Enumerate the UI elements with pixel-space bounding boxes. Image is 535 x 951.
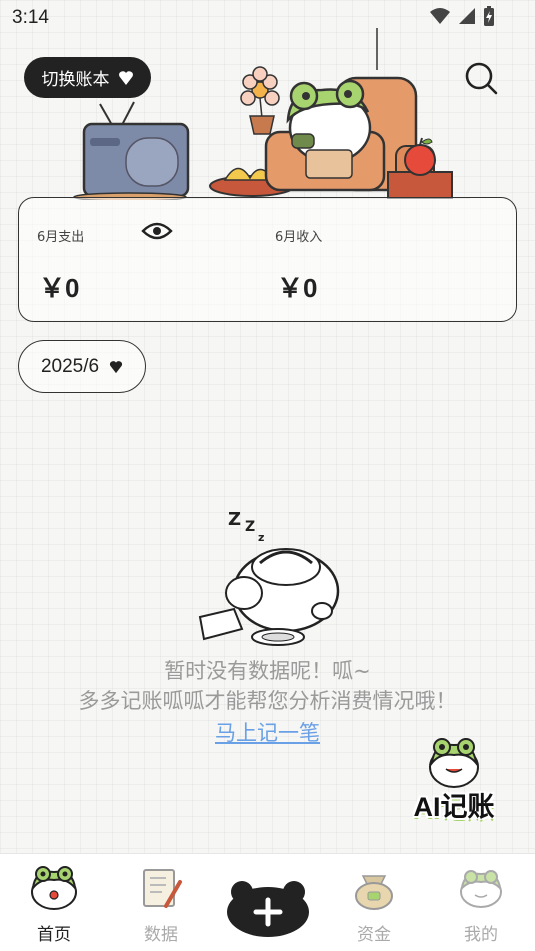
expense-label: 6月支出	[37, 230, 85, 245]
search-icon[interactable]	[463, 60, 499, 96]
tab-data[interactable]: 数据	[121, 854, 201, 951]
svg-text:z: z	[258, 531, 264, 544]
ai-bookkeeping-button[interactable]: AI记账	[402, 735, 506, 822]
notebook-icon	[143, 869, 182, 908]
bottom-tab-bar: 首页 数据 资金 我的	[0, 853, 535, 951]
empty-message-line2: 多多记账呱呱才能帮您分析消费情况哦！	[78, 689, 457, 713]
heart-dropdown-icon	[109, 360, 123, 373]
tab-home[interactable]: 首页	[14, 854, 94, 951]
tab-funds-label: 资金	[357, 925, 391, 945]
status-time: 3:14	[12, 7, 49, 28]
tab-funds[interactable]: 资金	[334, 854, 414, 951]
tab-profile[interactable]: 我的	[441, 854, 521, 951]
svg-text:Z: Z	[228, 509, 241, 530]
switch-account-button[interactable]: 切换账本	[24, 57, 151, 98]
tab-home-label: 首页	[37, 925, 71, 945]
sleeping-frog-illustration: Z Z z	[198, 509, 340, 646]
tab-data-label: 数据	[144, 925, 178, 945]
wifi-icon	[430, 8, 450, 24]
month-picker[interactable]: 2025/6	[18, 340, 146, 393]
frog-mascot-icon	[429, 738, 479, 788]
add-record-button[interactable]	[226, 878, 310, 938]
cell-signal-icon	[459, 8, 475, 24]
expense-value: ￥0	[39, 273, 80, 303]
tab-profile-label: 我的	[464, 925, 498, 945]
frog-home-icon	[31, 866, 77, 910]
ai-bookkeeping-label: AI记账	[413, 792, 495, 822]
frog-profile-icon	[460, 870, 502, 908]
heart-dropdown-icon	[118, 70, 133, 85]
money-bag-icon	[355, 875, 393, 910]
eye-icon[interactable]	[141, 220, 173, 242]
status-icons	[429, 6, 495, 26]
battery-icon	[484, 6, 494, 26]
month-picker-value: 2025/6	[40, 355, 100, 377]
income-label: 6月收入	[275, 230, 323, 245]
switch-account-label: 切换账本	[41, 70, 110, 90]
monthly-summary-card: 6月支出 ￥0 6月收入 ￥0	[18, 197, 517, 322]
income-value: ￥0	[277, 273, 318, 303]
hero-illustration	[70, 28, 470, 200]
flower-pot-icon	[240, 66, 280, 135]
svg-text:Z: Z	[245, 519, 255, 535]
tv-icon	[73, 101, 190, 200]
empty-message-line1: 暂时没有数据呢！呱~	[164, 659, 371, 683]
